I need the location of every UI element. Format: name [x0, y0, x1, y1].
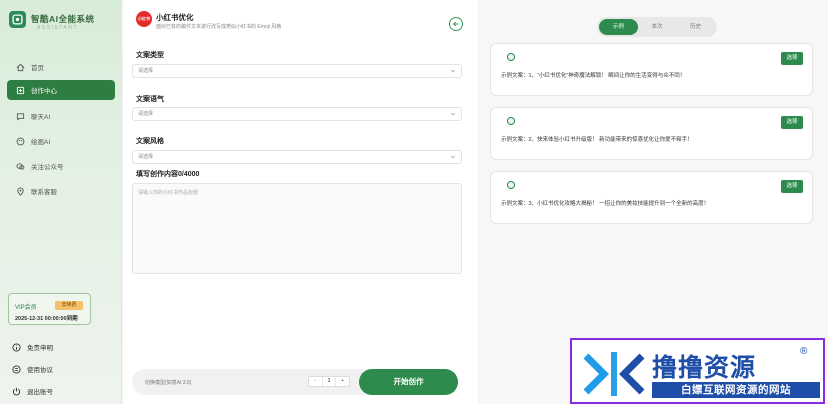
- quantity-stepper[interactable]: - 1 +: [308, 376, 350, 387]
- type-label: 文案类型: [136, 52, 164, 59]
- arrow-left-icon: [452, 21, 459, 27]
- tone-label: 文案语气: [136, 96, 164, 103]
- sidebar-item-chat[interactable]: 聊天AI: [7, 106, 115, 126]
- brand-title: 智酷AI全能系统: [31, 14, 95, 24]
- footer-label: 退出账号: [27, 389, 53, 396]
- registered-mark: ®: [800, 346, 808, 357]
- tab-history[interactable]: 历史: [676, 19, 715, 35]
- content-textarea[interactable]: 请输入你的小红书作品标题: [132, 183, 462, 274]
- example-card: 选择 示例文案：1、“小红书优化”神奇魔法解锁！ 瞬间让你的生活变得与众不同！: [490, 43, 813, 96]
- chevron-down-icon: [450, 69, 456, 73]
- example-card: 选择 示例文案：3、小红书优化攻略大揭秘！ 一招让你的美妆技能提升到一个全新的高…: [490, 171, 813, 224]
- example-text: 示例文案：3、小红书优化攻略大揭秘！ 一招让你的美妆技能提升到一个全新的高度！: [501, 201, 710, 207]
- status-dot-icon: [507, 53, 515, 61]
- terms-link[interactable]: 使用协议: [12, 364, 53, 374]
- sidebar-item-label: 首页: [31, 65, 44, 72]
- app-logo: [9, 11, 26, 28]
- select-button[interactable]: 选择: [781, 52, 803, 65]
- example-text: 示例文案：1、“小红书优化”神奇魔法解锁！ 瞬间让你的生活变得与众不同！: [501, 73, 686, 79]
- sidebar-item-label: 聊天AI: [31, 114, 51, 121]
- status-dot-icon: [507, 181, 515, 189]
- select-button[interactable]: 选择: [781, 180, 803, 193]
- watermark: 撸撸资源 ® 白嫖互联网资源的网站: [570, 338, 825, 404]
- stepper-plus-button[interactable]: +: [336, 377, 349, 386]
- watermark-slogan: 白嫖互联网资源的网站: [652, 382, 820, 398]
- renew-button[interactable]: 去续费: [55, 301, 83, 310]
- stepper-value[interactable]: 1: [321, 377, 337, 386]
- type-select-value: 请选择: [138, 68, 154, 74]
- style-select-value: 请选择: [138, 154, 154, 160]
- sidebar-item-create[interactable]: 创作中心: [7, 80, 115, 100]
- logo-icon: [12, 14, 23, 25]
- sidebar-item-label: 绘画AI: [31, 139, 51, 146]
- document-icon: [12, 364, 21, 374]
- status-dot-icon: [507, 117, 515, 125]
- vip-card: VIP会员 去续费 2025-12-31 00:00:00到期: [8, 293, 91, 325]
- watermark-title: 撸撸资源: [652, 354, 757, 382]
- wechat-icon: [15, 161, 25, 171]
- logout-link[interactable]: 退出账号: [12, 386, 53, 396]
- paint-icon: [15, 136, 25, 146]
- sidebar-item-support[interactable]: 联系客服: [7, 181, 115, 201]
- select-button[interactable]: 选择: [781, 116, 803, 129]
- tone-select-value: 请选择: [138, 111, 154, 117]
- sidebar-item-wechat[interactable]: 关注公众号: [7, 156, 115, 176]
- watermark-logo-icon: [583, 352, 645, 396]
- tab-examples[interactable]: 示例: [599, 19, 638, 35]
- result-tabs: 示例 本次 历史: [597, 17, 717, 37]
- sidebar-item-paint[interactable]: 绘画AI: [7, 131, 115, 151]
- chevron-down-icon: [450, 112, 456, 116]
- vip-expiry: 2025-12-31 00:00:00到期: [15, 316, 78, 322]
- footer-label: 使用协议: [27, 367, 53, 374]
- type-select[interactable]: 请选择: [132, 64, 462, 78]
- start-create-button[interactable]: 开始创作: [359, 369, 458, 395]
- tool-description: 面对已有的稿件文本进行改写成类似小红书的 Emoji 风格: [156, 24, 282, 30]
- tool-title: 小红书优化: [156, 13, 194, 22]
- tab-current[interactable]: 本次: [638, 19, 677, 35]
- stepper-minus-button[interactable]: -: [309, 377, 322, 386]
- back-button[interactable]: [449, 17, 463, 31]
- sidebar-item-label: 创作中心: [31, 88, 57, 95]
- home-icon: [15, 62, 25, 72]
- sidebar-item-home[interactable]: 首页: [7, 57, 115, 77]
- support-icon: [15, 186, 25, 196]
- content-placeholder: 请输入你的小红书作品标题: [138, 190, 199, 196]
- example-card: 选择 示例文案：2、快来体验小红书升级版！ 新功能带来的惊喜优化让你爱不释手！: [490, 107, 813, 160]
- chevron-down-icon: [450, 155, 456, 159]
- create-icon: [15, 85, 25, 95]
- sidebar-item-label: 联系客服: [31, 189, 57, 196]
- style-select[interactable]: 请选择: [132, 150, 462, 164]
- brand-subtitle: ASSISTANT: [37, 25, 78, 31]
- vip-label: VIP会员: [15, 305, 37, 311]
- example-text: 示例文案：2、快来体验小红书升级版！ 新功能带来的惊喜优化让你爱不释手！: [501, 137, 693, 143]
- content-label: 填写创作内容0/4000: [136, 171, 200, 178]
- tone-select[interactable]: 请选择: [132, 107, 462, 121]
- tool-icon: 小红书: [136, 11, 152, 27]
- sidebar-item-label: 关注公众号: [31, 164, 64, 171]
- info-icon: [12, 342, 21, 352]
- disclaimer-link[interactable]: 免责申明: [12, 342, 53, 352]
- style-label: 文案风格: [136, 138, 164, 145]
- chat-icon: [15, 111, 25, 121]
- footer-label: 免责申明: [27, 345, 53, 352]
- logout-icon: [12, 387, 21, 395]
- model-switch[interactable]: 切换模型(如意AI 3.5): [145, 379, 191, 386]
